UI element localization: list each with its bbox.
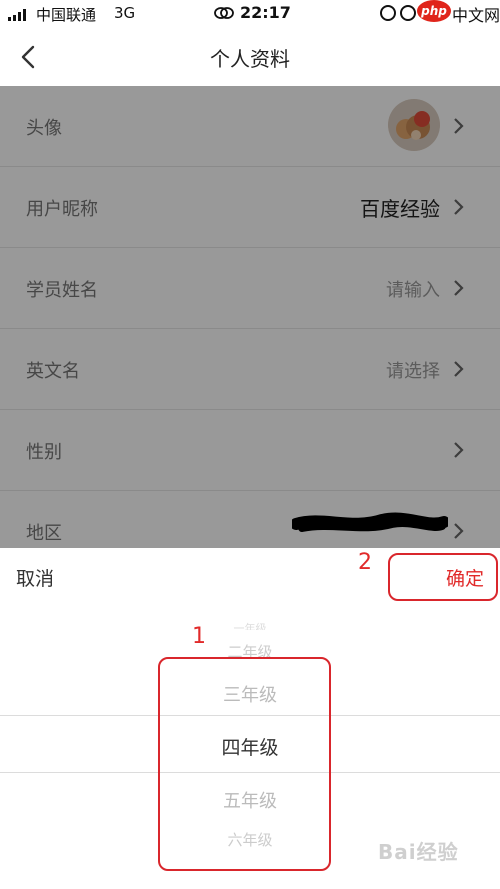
confirm-button[interactable]: 确定 bbox=[446, 564, 484, 591]
annotation-box-options bbox=[158, 657, 331, 871]
picker-option[interactable]: 一年级 bbox=[0, 620, 500, 630]
grade-picker: 取消 2 确定 1 一年级 二年级 三年级 四年级 五年级 六年级 Bai经验 bbox=[0, 548, 500, 889]
alarm-icon bbox=[400, 5, 416, 21]
nav-bar: 个人资料 bbox=[0, 28, 500, 86]
php-logo: php bbox=[417, 0, 451, 22]
clock: 22:17 bbox=[240, 3, 291, 22]
annotation-marker-2: 2 bbox=[358, 550, 372, 575]
modal-overlay[interactable] bbox=[0, 86, 500, 548]
link-icon bbox=[214, 7, 234, 19]
page-title: 个人资料 bbox=[210, 47, 290, 71]
cancel-button[interactable]: 取消 bbox=[16, 564, 54, 591]
site-watermark-label: 中文网 bbox=[452, 6, 500, 25]
orientation-lock-icon bbox=[380, 5, 396, 21]
status-bar: 中国联通 3G 22:17 php 中文网 bbox=[0, 0, 500, 28]
carrier-name: 中国联通 bbox=[36, 6, 97, 24]
status-icons bbox=[380, 5, 416, 21]
network-type: 3G bbox=[114, 4, 136, 22]
signal-icon bbox=[8, 8, 26, 21]
baidu-watermark: Bai经验 bbox=[378, 840, 459, 864]
